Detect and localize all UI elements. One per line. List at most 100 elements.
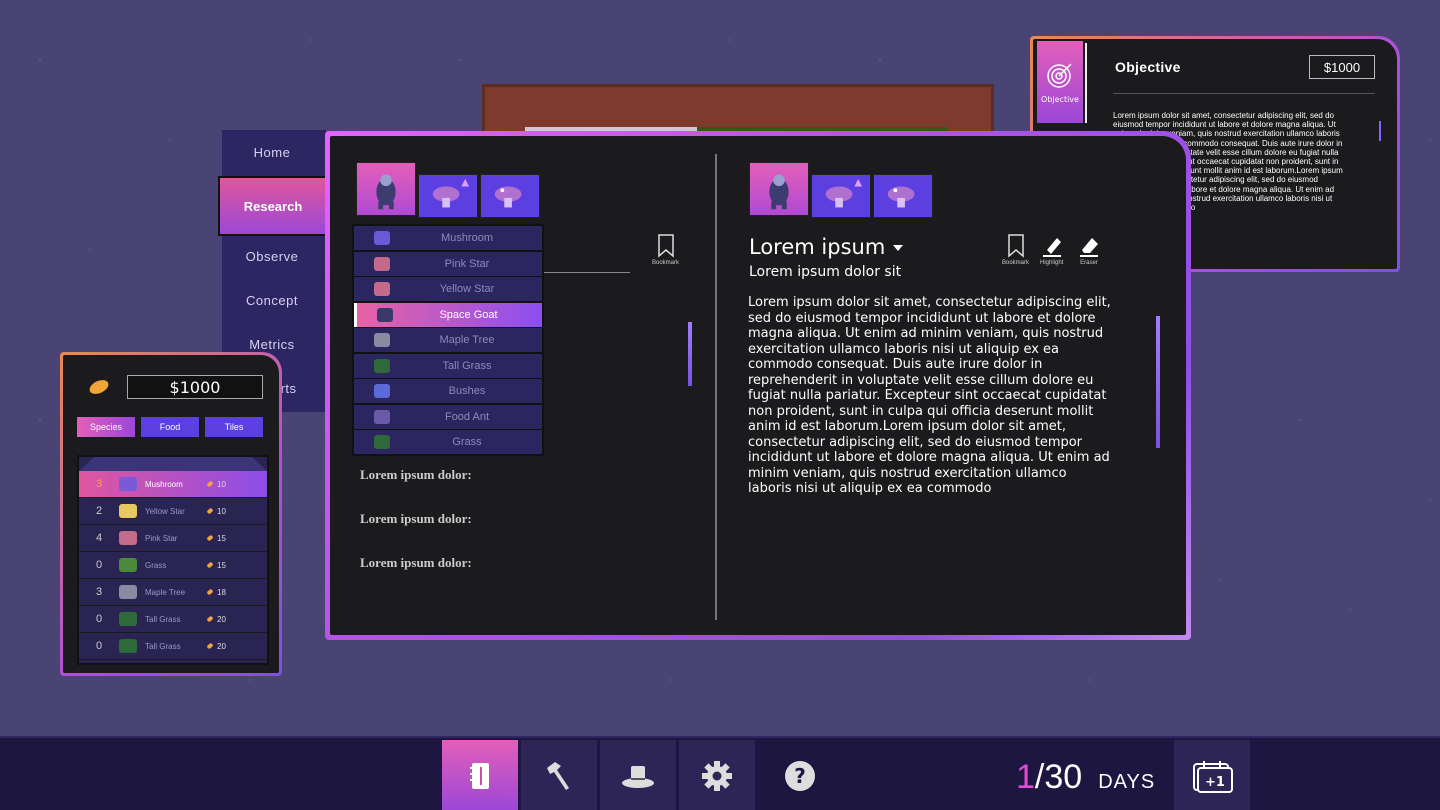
inventory-cost: 15 [206, 534, 226, 543]
species-list-item[interactable]: Maple Tree [354, 328, 542, 352]
highlight-label: Highlight [1040, 260, 1064, 266]
eraser-button[interactable]: Eraser [1078, 234, 1100, 266]
nav-home[interactable]: Home [222, 132, 322, 172]
inventory-qty: 0 [95, 559, 103, 571]
species-tab-mushroom[interactable] [418, 174, 478, 218]
inventory-row[interactable]: 2 Yellow Star 10 [79, 498, 267, 525]
species-list-item[interactable]: Mushroom [354, 226, 542, 250]
species-thumbnail-icon [374, 435, 390, 449]
nav-research[interactable]: Research [218, 176, 328, 236]
species-name: Tall Grass [442, 359, 492, 372]
inventory-row[interactable]: 3 Maple Tree 18 [79, 579, 267, 606]
bookmark-button[interactable]: Bookmark [1002, 234, 1029, 266]
species-thumbnail-icon [119, 585, 137, 599]
inventory-qty: 3 [95, 586, 103, 598]
species-thumbnail-icon [119, 477, 137, 491]
species-list-item[interactable]: Yellow Star [354, 277, 542, 301]
inventory-name: Yellow Star [145, 506, 185, 516]
top-hat-icon [622, 766, 654, 788]
right-species-tab-goat[interactable] [749, 162, 809, 216]
inventory-name: Grass [145, 560, 167, 570]
objective-money: $1000 [1309, 55, 1375, 79]
species-thumbnail-icon [119, 639, 137, 653]
days-label: DAYS [1098, 771, 1156, 793]
species-thumbnail-icon [374, 333, 390, 347]
species-thumbnail-icon [374, 409, 390, 424]
right-species-tab-mushroom[interactable] [811, 174, 871, 218]
species-list-item[interactable]: Grass [354, 430, 542, 454]
species-list-item[interactable]: Tall Grass [354, 353, 542, 378]
inventory-cost-value: 20 [217, 641, 226, 651]
objective-divider [1113, 93, 1375, 94]
species-name: Food Ant [444, 410, 490, 423]
mushroom-icon [825, 178, 862, 208]
objective-title: Objective [1115, 59, 1181, 75]
species-list-item[interactable]: Pink Star [354, 251, 542, 276]
entry-subtitle: Lorem ipsum dolor sit [749, 264, 902, 280]
inventory-row[interactable]: 0 Grass 15 [79, 552, 267, 579]
next-day-button[interactable]: +1 [1174, 740, 1250, 810]
research-panel: Mushroom Pink Star Yellow Star Space Goat Ma… [325, 131, 1191, 640]
field-label-2: Lorem ipsum dolor: [360, 511, 472, 526]
tab-tiles[interactable]: Tiles [205, 417, 263, 437]
day-total: /30 [1034, 758, 1083, 796]
hat-button[interactable] [600, 740, 676, 810]
inventory-money: $1000 [127, 375, 263, 399]
journal-button[interactable] [442, 740, 518, 810]
tab-species[interactable]: Species [77, 417, 135, 437]
coin-icon [206, 561, 214, 569]
inventory-cost-value: 10 [217, 506, 226, 516]
entry-title-dropdown[interactable]: Lorem ipsum [749, 235, 904, 259]
species-name: Maple Tree [439, 334, 495, 346]
species-name: Yellow Star [439, 283, 495, 295]
tab-food[interactable]: Food [141, 417, 199, 437]
inventory-row[interactable]: 0 Tall Grass 20 [79, 633, 267, 660]
coin-icon [87, 377, 111, 397]
inventory-name: Mushroom [145, 479, 183, 489]
species-list-item[interactable]: Space Goat [354, 302, 542, 327]
species-name: Bushes [448, 385, 486, 397]
bookmark-button-left[interactable]: Bookmark [652, 234, 679, 266]
species-thumbnail-icon [374, 282, 390, 296]
inventory-name: Tall Grass [145, 641, 181, 651]
highlighter-icon [1042, 238, 1061, 257]
settings-button[interactable] [679, 740, 755, 810]
coin-icon [206, 615, 214, 623]
nav-observe[interactable]: Observe [222, 236, 322, 276]
inventory-panel: $1000 Species Food Tiles 3 Mushroom 10 2 Yel… [60, 352, 282, 676]
species-tab-goat[interactable] [356, 162, 416, 216]
inventory-cost-value: 15 [217, 560, 226, 570]
eraser-icon [1080, 238, 1098, 257]
objective-scrollbar[interactable] [1379, 121, 1381, 141]
highlight-button[interactable]: Highlight [1040, 234, 1063, 266]
build-button[interactable] [521, 740, 597, 810]
right-species-tab-mushroom-2[interactable] [873, 174, 933, 218]
inventory-cost: 10 [206, 506, 226, 516]
species-tab-mushroom-2[interactable] [480, 174, 540, 218]
inventory-qty: 0 [95, 613, 103, 625]
inventory-row[interactable]: 0 Tall Grass 20 [79, 606, 267, 633]
species-list-item[interactable]: Bushes [354, 379, 542, 403]
bookmark-icon [1007, 234, 1024, 258]
entry-body: Lorem ipsum dolor sit amet, consectetur … [748, 295, 1111, 496]
nav-concept[interactable]: Concept [222, 280, 322, 320]
bookmark-icon [657, 234, 674, 258]
help-icon: ? [785, 761, 815, 791]
inventory-cost: 10 [206, 480, 226, 489]
right-scrollbar[interactable] [1156, 316, 1160, 448]
species-name: Grass [452, 436, 482, 448]
mushroom-icon [494, 186, 522, 208]
left-scrollbar[interactable] [688, 322, 692, 386]
inventory-name: Pink Star [145, 533, 178, 543]
field-label-1: Lorem ipsum dolor: [360, 467, 472, 482]
entry-title: Lorem ipsum [749, 235, 886, 259]
inventory-qty: 2 [95, 505, 103, 517]
objective-tab[interactable]: Objective [1037, 41, 1083, 123]
inventory-row[interactable]: 3 Mushroom 10 [79, 471, 267, 498]
goat-icon [769, 174, 789, 210]
species-list-item[interactable]: Food Ant [354, 404, 542, 429]
inventory-row[interactable]: 4 Pink Star 15 [79, 525, 267, 552]
objective-tab-divider [1085, 43, 1087, 123]
help-button[interactable]: ? [762, 740, 838, 810]
coin-icon [206, 480, 214, 488]
